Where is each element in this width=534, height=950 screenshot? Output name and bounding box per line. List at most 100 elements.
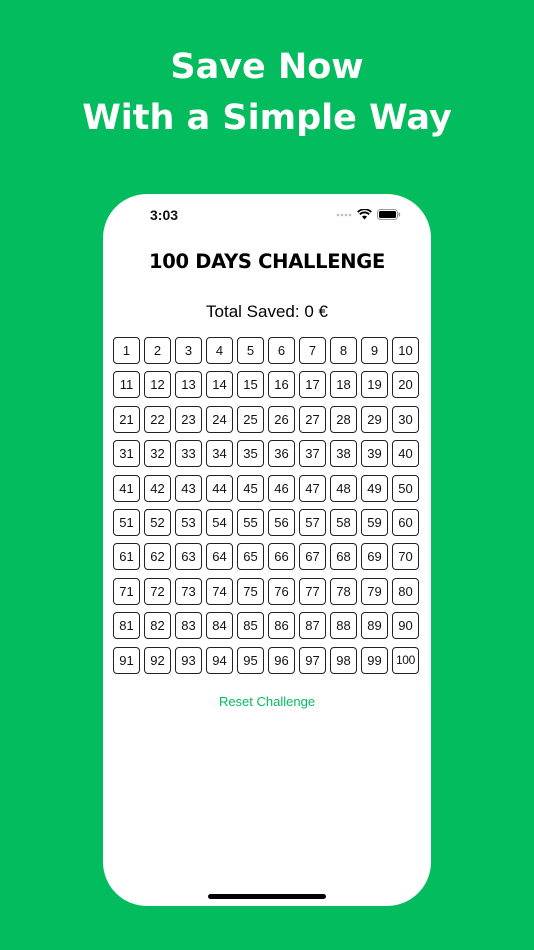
day-cell-40[interactable]: 40 <box>392 440 419 468</box>
day-cell-73[interactable]: 73 <box>175 577 202 605</box>
day-cell-89[interactable]: 89 <box>361 612 388 640</box>
day-cell-3[interactable]: 3 <box>175 337 202 364</box>
day-cell-48[interactable]: 48 <box>330 474 357 502</box>
day-cell-9[interactable]: 9 <box>361 337 388 364</box>
day-cell-6[interactable]: 6 <box>268 337 295 364</box>
day-cell-59[interactable]: 59 <box>361 508 388 536</box>
day-cell-64[interactable]: 64 <box>206 543 233 571</box>
day-cell-63[interactable]: 63 <box>175 543 202 571</box>
day-cell-30[interactable]: 30 <box>392 405 419 433</box>
day-cell-81[interactable]: 81 <box>113 612 140 640</box>
day-cell-75[interactable]: 75 <box>237 577 264 605</box>
reset-challenge-button[interactable]: Reset Challenge <box>103 694 431 709</box>
day-cell-66[interactable]: 66 <box>268 543 295 571</box>
day-cell-8[interactable]: 8 <box>330 337 357 364</box>
day-cell-50[interactable]: 50 <box>392 474 419 502</box>
day-cell-53[interactable]: 53 <box>175 508 202 536</box>
day-cell-49[interactable]: 49 <box>361 474 388 502</box>
day-cell-42[interactable]: 42 <box>144 474 171 502</box>
day-cell-45[interactable]: 45 <box>237 474 264 502</box>
day-cell-23[interactable]: 23 <box>175 405 202 433</box>
day-cell-76[interactable]: 76 <box>268 577 295 605</box>
day-cell-84[interactable]: 84 <box>206 612 233 640</box>
day-cell-11[interactable]: 11 <box>113 371 140 399</box>
day-cell-18[interactable]: 18 <box>330 371 357 399</box>
day-cell-32[interactable]: 32 <box>144 440 171 468</box>
day-cell-79[interactable]: 79 <box>361 577 388 605</box>
day-cell-88[interactable]: 88 <box>330 612 357 640</box>
day-cell-37[interactable]: 37 <box>299 440 326 468</box>
day-cell-24[interactable]: 24 <box>206 405 233 433</box>
day-cell-97[interactable]: 97 <box>299 646 326 674</box>
day-cell-34[interactable]: 34 <box>206 440 233 468</box>
day-cell-7[interactable]: 7 <box>299 337 326 364</box>
day-cell-58[interactable]: 58 <box>330 508 357 536</box>
day-cell-43[interactable]: 43 <box>175 474 202 502</box>
day-cell-39[interactable]: 39 <box>361 440 388 468</box>
day-cell-36[interactable]: 36 <box>268 440 295 468</box>
day-cell-1[interactable]: 1 <box>113 337 140 364</box>
day-cell-33[interactable]: 33 <box>175 440 202 468</box>
day-cell-52[interactable]: 52 <box>144 508 171 536</box>
day-cell-38[interactable]: 38 <box>330 440 357 468</box>
day-cell-25[interactable]: 25 <box>237 405 264 433</box>
day-cell-91[interactable]: 91 <box>113 646 140 674</box>
day-cell-82[interactable]: 82 <box>144 612 171 640</box>
day-cell-87[interactable]: 87 <box>299 612 326 640</box>
day-cell-86[interactable]: 86 <box>268 612 295 640</box>
day-cell-46[interactable]: 46 <box>268 474 295 502</box>
day-cell-65[interactable]: 65 <box>237 543 264 571</box>
day-cell-15[interactable]: 15 <box>237 371 264 399</box>
day-cell-100[interactable]: 100 <box>392 646 419 674</box>
day-cell-21[interactable]: 21 <box>113 405 140 433</box>
day-cell-22[interactable]: 22 <box>144 405 171 433</box>
day-cell-44[interactable]: 44 <box>206 474 233 502</box>
day-cell-93[interactable]: 93 <box>175 646 202 674</box>
day-cell-54[interactable]: 54 <box>206 508 233 536</box>
day-cell-99[interactable]: 99 <box>361 646 388 674</box>
day-cell-27[interactable]: 27 <box>299 405 326 433</box>
day-cell-26[interactable]: 26 <box>268 405 295 433</box>
day-cell-95[interactable]: 95 <box>237 646 264 674</box>
day-cell-47[interactable]: 47 <box>299 474 326 502</box>
day-cell-83[interactable]: 83 <box>175 612 202 640</box>
day-cell-35[interactable]: 35 <box>237 440 264 468</box>
day-cell-4[interactable]: 4 <box>206 337 233 364</box>
day-cell-71[interactable]: 71 <box>113 577 140 605</box>
day-cell-74[interactable]: 74 <box>206 577 233 605</box>
day-cell-28[interactable]: 28 <box>330 405 357 433</box>
day-cell-85[interactable]: 85 <box>237 612 264 640</box>
day-cell-16[interactable]: 16 <box>268 371 295 399</box>
day-cell-56[interactable]: 56 <box>268 508 295 536</box>
day-cell-96[interactable]: 96 <box>268 646 295 674</box>
day-cell-67[interactable]: 67 <box>299 543 326 571</box>
day-cell-14[interactable]: 14 <box>206 371 233 399</box>
day-cell-68[interactable]: 68 <box>330 543 357 571</box>
day-cell-70[interactable]: 70 <box>392 543 419 571</box>
day-cell-19[interactable]: 19 <box>361 371 388 399</box>
day-cell-2[interactable]: 2 <box>144 337 171 364</box>
day-cell-5[interactable]: 5 <box>237 337 264 364</box>
day-cell-98[interactable]: 98 <box>330 646 357 674</box>
day-cell-10[interactable]: 10 <box>392 337 419 364</box>
day-cell-60[interactable]: 60 <box>392 508 419 536</box>
day-cell-72[interactable]: 72 <box>144 577 171 605</box>
day-cell-20[interactable]: 20 <box>392 371 419 399</box>
day-cell-12[interactable]: 12 <box>144 371 171 399</box>
day-cell-94[interactable]: 94 <box>206 646 233 674</box>
day-cell-77[interactable]: 77 <box>299 577 326 605</box>
day-cell-69[interactable]: 69 <box>361 543 388 571</box>
day-cell-57[interactable]: 57 <box>299 508 326 536</box>
day-cell-80[interactable]: 80 <box>392 577 419 605</box>
day-cell-29[interactable]: 29 <box>361 405 388 433</box>
day-cell-17[interactable]: 17 <box>299 371 326 399</box>
day-cell-92[interactable]: 92 <box>144 646 171 674</box>
day-cell-51[interactable]: 51 <box>113 508 140 536</box>
day-cell-41[interactable]: 41 <box>113 474 140 502</box>
day-cell-31[interactable]: 31 <box>113 440 140 468</box>
day-cell-55[interactable]: 55 <box>237 508 264 536</box>
day-cell-90[interactable]: 90 <box>392 612 419 640</box>
day-cell-61[interactable]: 61 <box>113 543 140 571</box>
day-cell-78[interactable]: 78 <box>330 577 357 605</box>
day-cell-13[interactable]: 13 <box>175 371 202 399</box>
